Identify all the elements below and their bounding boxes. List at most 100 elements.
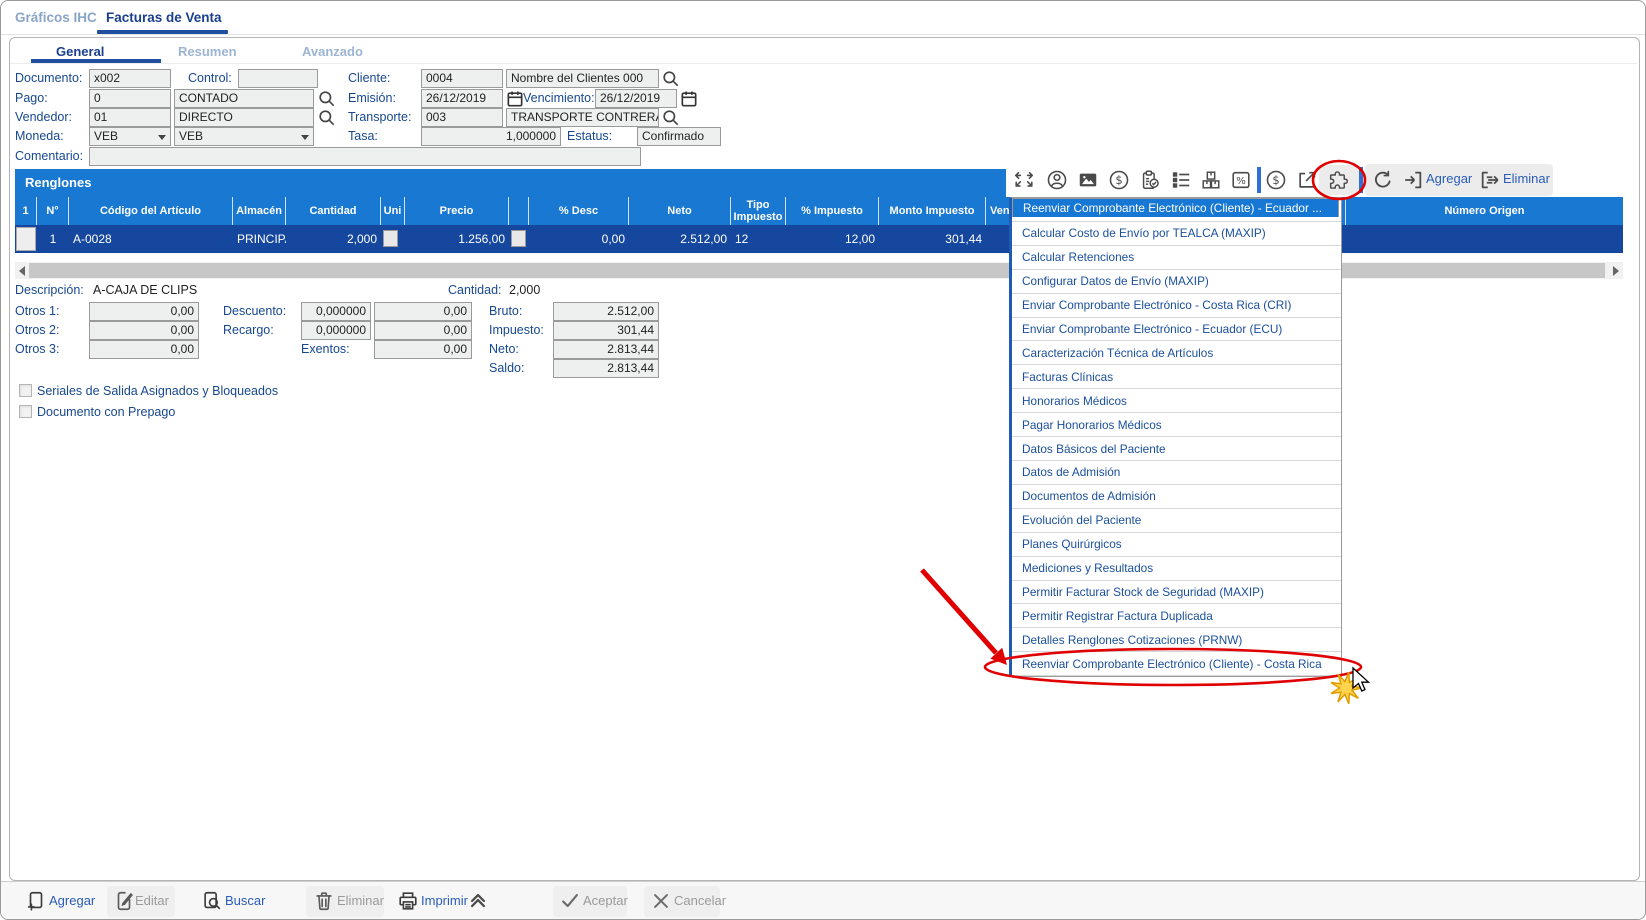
tab-avanzado[interactable]: Avanzado (302, 44, 363, 59)
grid-agregar-button[interactable]: Agregar (1426, 171, 1472, 186)
control-field[interactable] (238, 69, 318, 88)
add-document-icon[interactable] (25, 890, 47, 912)
menu-item[interactable]: Datos Básicos del Paciente (1012, 437, 1341, 461)
refresh-icon[interactable] (1372, 169, 1394, 191)
cancelar-button[interactable]: Cancelar (674, 893, 726, 908)
col-uni[interactable]: Uni (381, 197, 405, 225)
pago-search-icon[interactable] (317, 89, 337, 109)
vencimiento-calendar-icon[interactable] (679, 89, 699, 109)
vendedor-name-field[interactable]: DIRECTO (174, 108, 314, 127)
currency-icon[interactable]: $ (1108, 169, 1130, 191)
check-icon[interactable] (559, 890, 581, 912)
scroll-left-icon[interactable] (19, 266, 25, 276)
cliente-code-field[interactable]: 0004 (421, 69, 503, 88)
tab-resumen[interactable]: Resumen (178, 44, 237, 59)
cell-blank[interactable] (509, 225, 529, 253)
close-icon[interactable] (650, 890, 672, 912)
row-selector-box[interactable] (16, 227, 36, 251)
moneda-select-2[interactable]: VEB (174, 127, 314, 146)
tab-facturas-de-venta[interactable]: Facturas de Venta (106, 10, 222, 25)
buscar-button[interactable]: Buscar (225, 893, 265, 908)
menu-item[interactable]: Documentos de Admisión (1012, 485, 1341, 509)
emision-calendar-icon[interactable] (505, 89, 525, 109)
comentario-field[interactable] (89, 147, 641, 166)
col-selector[interactable]: 1 (15, 197, 37, 225)
trash-icon[interactable] (313, 890, 335, 912)
aceptar-button[interactable]: Aceptar (583, 893, 628, 908)
menu-item[interactable]: Calcular Retenciones (1012, 246, 1341, 270)
vencimiento-field[interactable]: 26/12/2019 (595, 89, 677, 108)
menu-item[interactable]: Enviar Comprobante Electrónico - Ecuador… (1012, 318, 1341, 342)
remove-row-icon[interactable] (1479, 169, 1501, 191)
otros2-field[interactable]: 0,00 (89, 321, 199, 340)
col-pct-impuesto[interactable]: % Impuesto (786, 197, 879, 225)
blank-checkbox[interactable] (511, 230, 526, 247)
agregar-button[interactable]: Agregar (49, 893, 95, 908)
currency2-icon[interactable]: $ (1265, 169, 1287, 191)
prepago-checkbox[interactable] (19, 405, 32, 418)
menu-item[interactable]: Permitir Facturar Stock de Seguridad (MA… (1012, 581, 1341, 605)
grid-row-1[interactable]: 1 A-0028 PRINCIPAL 2,000 1.256,00 0,00 2… (15, 225, 1623, 253)
otros3-field[interactable]: 0,00 (89, 340, 199, 359)
menu-item[interactable]: Caracterización Técnica de Artículos (1012, 341, 1341, 365)
percent-icon[interactable]: % (1230, 169, 1252, 191)
menu-item[interactable]: Facturas Clínicas (1012, 365, 1341, 389)
menu-item[interactable]: Mediciones y Resultados (1012, 557, 1341, 581)
moneda-select-1[interactable]: VEB (89, 127, 171, 146)
edit-document-icon[interactable] (113, 890, 135, 912)
menu-item[interactable]: Honorarios Médicos (1012, 389, 1341, 413)
col-codigo-articulo[interactable]: Código del Artículo (69, 197, 233, 225)
menu-item[interactable]: Enviar Comprobante Electrónico - Costa R… (1012, 294, 1341, 318)
col-desc-pct[interactable]: % Desc (529, 197, 629, 225)
recargo-monto-field[interactable]: 0,00 (374, 321, 472, 340)
menu-item[interactable]: Configurar Datos de Envío (MAXIP) (1012, 270, 1341, 294)
menu-item[interactable]: Reenviar Comprobante Electrónico (Client… (1012, 652, 1341, 676)
menu-item[interactable]: Datos de Admisión (1012, 461, 1341, 485)
grid-horizontal-scrollbar[interactable] (15, 262, 1623, 279)
uni-checkbox[interactable] (383, 230, 398, 247)
vendedor-search-icon[interactable] (317, 108, 337, 128)
search-document-icon[interactable] (201, 890, 223, 912)
collapse-chevron-icon[interactable] (467, 890, 489, 912)
grid-eliminar-button[interactable]: Eliminar (1503, 171, 1550, 186)
cliente-search-icon[interactable] (661, 69, 681, 89)
col-monto-impuesto[interactable]: Monto Impuesto (879, 197, 986, 225)
documento-field[interactable]: x002 (89, 69, 171, 88)
scroll-right-icon[interactable] (1613, 266, 1619, 276)
row-selector-cell[interactable] (15, 225, 37, 253)
export-icon[interactable] (1296, 169, 1318, 191)
menu-item[interactable]: Planes Quirúrgicos (1012, 533, 1341, 557)
puzzle-icon[interactable] (1327, 169, 1349, 191)
col-tipo-impuesto[interactable]: Tipo Impuesto (731, 197, 786, 225)
menu-item[interactable]: Evolución del Paciente (1012, 509, 1341, 533)
clipboard-check-icon[interactable] (1139, 169, 1161, 191)
descuento-factor-field[interactable]: 0,000000 (301, 302, 371, 321)
transporte-code-field[interactable]: 003 (421, 108, 503, 127)
menu-item[interactable]: Detalles Renglones Cotizaciones (PRNW) (1012, 628, 1341, 652)
resize-icon[interactable] (1013, 169, 1035, 191)
otros1-field[interactable]: 0,00 (89, 302, 199, 321)
printer-icon[interactable] (397, 890, 419, 912)
col-numero[interactable]: N° (37, 197, 69, 225)
transporte-name-field[interactable]: TRANSPORTE CONTRERA (506, 108, 659, 127)
col-precio[interactable]: Precio (405, 197, 509, 225)
editar-button[interactable]: Editar (135, 893, 169, 908)
col-almacen[interactable]: Almacén (233, 197, 286, 225)
col-neto[interactable]: Neto (629, 197, 731, 225)
tasa-field[interactable]: 1,000000 (421, 127, 561, 146)
pago-name-field[interactable]: CONTADO (174, 89, 314, 108)
descuento-monto-field[interactable]: 0,00 (374, 302, 472, 321)
list-icon[interactable] (1170, 169, 1192, 191)
transporte-search-icon[interactable] (661, 108, 681, 128)
add-row-icon[interactable] (1402, 169, 1424, 191)
pago-code-field[interactable]: 0 (89, 89, 171, 108)
col-blank[interactable] (509, 197, 529, 225)
cliente-name-field[interactable]: Nombre del Clientes 000 (506, 69, 659, 88)
image-icon[interactable] (1077, 169, 1099, 191)
recargo-factor-field[interactable]: 0,000000 (301, 321, 371, 340)
cell-uni[interactable] (381, 225, 405, 253)
seriales-checkbox[interactable] (19, 384, 32, 397)
imprimir-button[interactable]: Imprimir (421, 893, 468, 908)
exentos-field[interactable]: 0,00 (374, 340, 472, 359)
tab-graficos-ihc[interactable]: Gráficos IHC (15, 10, 97, 25)
